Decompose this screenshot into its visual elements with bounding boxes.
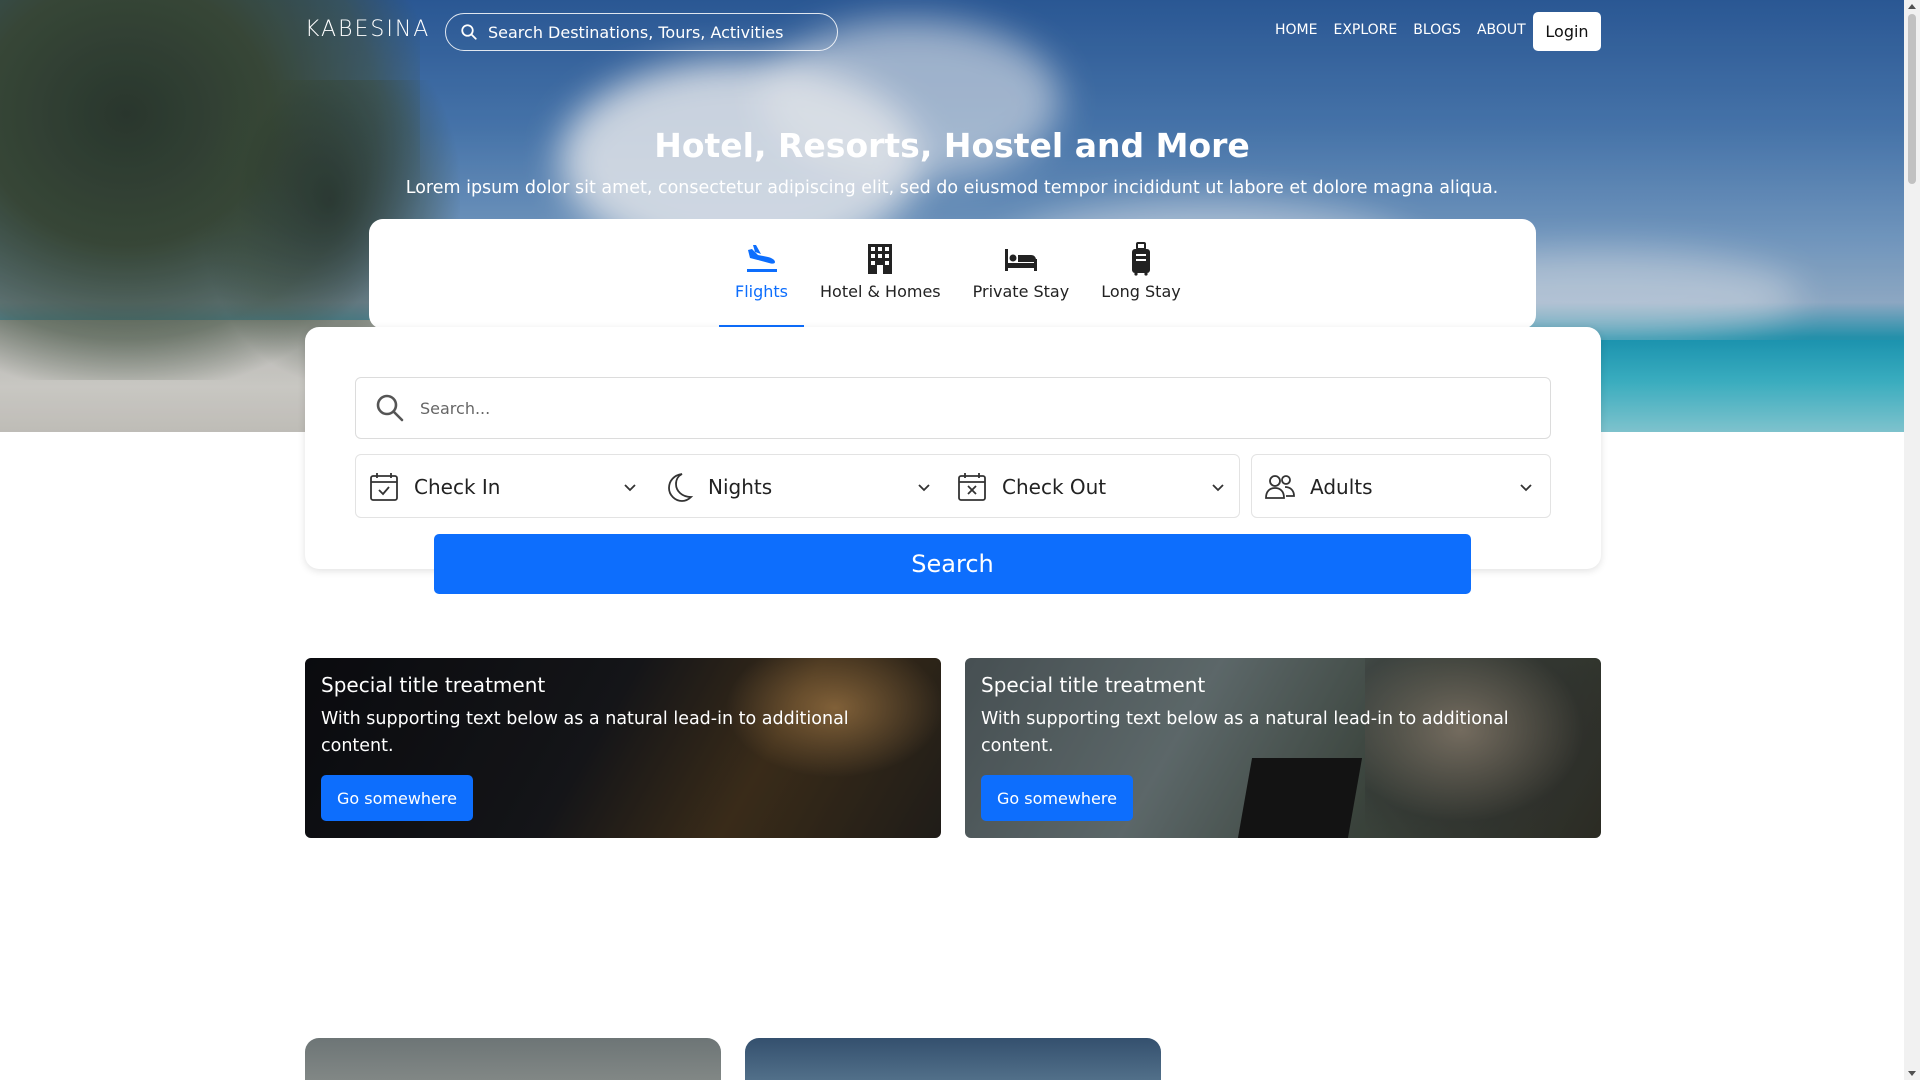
search-card: Check In Nights Check Out xyxy=(305,327,1601,569)
search-button[interactable]: Search xyxy=(434,534,1471,594)
category-tabs: Flights Hotel & Homes Private Stay Long … xyxy=(719,239,1197,329)
go-somewhere-button[interactable]: Go somewhere xyxy=(981,775,1133,821)
chevron-down-icon xyxy=(624,484,636,492)
people-icon xyxy=(1265,475,1295,499)
hero-title: Hotel, Resorts, Hostel and More xyxy=(654,126,1250,165)
tab-flights[interactable]: Flights xyxy=(719,239,804,329)
destination-card[interactable] xyxy=(745,1038,1161,1080)
tab-hotel-homes[interactable]: Hotel & Homes xyxy=(804,239,957,329)
tab-flights-label: Flights xyxy=(735,282,788,301)
chevron-down-icon xyxy=(1212,484,1224,492)
nights-label: Nights xyxy=(708,475,773,499)
nights-dropdown[interactable]: Nights xyxy=(662,455,932,519)
nav-search-input[interactable] xyxy=(488,22,818,42)
tab-long-stay[interactable]: Long Stay xyxy=(1085,239,1197,329)
main-search-input[interactable] xyxy=(420,398,1520,418)
chevron-down-icon xyxy=(1520,484,1532,492)
promo-card: Special title treatment With supporting … xyxy=(305,658,941,838)
promo-card: Special title treatment With supporting … xyxy=(965,658,1601,838)
hero-subtitle: Lorem ipsum dolor sit amet, consectetur … xyxy=(405,178,1499,198)
tab-long-stay-label: Long Stay xyxy=(1101,282,1181,301)
login-button[interactable]: Login xyxy=(1533,12,1601,51)
page: KABESINA HOME EXPLORE BLOGS ABOUT Login … xyxy=(0,0,1904,1080)
nav-search-field[interactable] xyxy=(445,13,838,51)
suitcase-icon xyxy=(1131,242,1150,276)
promo-title: Special title treatment xyxy=(321,673,546,697)
adults-dropdown[interactable]: Adults xyxy=(1251,454,1551,518)
date-filters-group: Check In Nights Check Out xyxy=(355,454,1240,518)
nav-link-blogs[interactable]: BLOGS xyxy=(1413,22,1461,38)
calendar-check-icon xyxy=(370,473,398,501)
category-tabs-card: Flights Hotel & Homes Private Stay Long … xyxy=(369,219,1536,329)
search-filters: Check In Nights Check Out Adults xyxy=(355,454,1551,518)
adults-label: Adults xyxy=(1310,475,1373,499)
bed-icon xyxy=(1004,249,1037,271)
nav-link-explore[interactable]: EXPLORE xyxy=(1333,22,1397,38)
check-in-label: Check In xyxy=(414,475,501,499)
plane-landing-icon xyxy=(746,245,777,272)
building-icon xyxy=(868,244,893,274)
adults-filter[interactable]: Adults xyxy=(1264,455,1534,519)
vertical-scrollbar[interactable] xyxy=(1904,0,1920,1080)
tab-hotel-homes-label: Hotel & Homes xyxy=(820,282,941,301)
scroll-up-arrow-icon[interactable] xyxy=(1908,4,1916,9)
promo-text: With supporting text below as a natural … xyxy=(321,709,849,756)
promo-title: Special title treatment xyxy=(981,673,1206,697)
search-icon xyxy=(461,24,477,40)
chevron-down-icon xyxy=(918,484,930,492)
brand-logo[interactable]: KABESINA xyxy=(305,17,430,42)
calendar-x-icon xyxy=(958,473,986,501)
scroll-down-arrow-icon[interactable] xyxy=(1908,1071,1916,1076)
promo-text: With supporting text below as a natural … xyxy=(981,709,1509,756)
go-somewhere-button[interactable]: Go somewhere xyxy=(321,775,473,821)
check-in-dropdown[interactable]: Check In xyxy=(368,455,638,519)
check-out-label: Check Out xyxy=(1002,475,1107,499)
main-search-field[interactable] xyxy=(355,377,1551,439)
nav-links: HOME EXPLORE BLOGS ABOUT xyxy=(1275,22,1526,38)
destination-card[interactable] xyxy=(305,1038,721,1080)
nav-link-home[interactable]: HOME xyxy=(1275,22,1317,38)
tab-private-stay[interactable]: Private Stay xyxy=(957,239,1086,329)
tab-private-stay-label: Private Stay xyxy=(972,282,1070,301)
nav-link-about[interactable]: ABOUT xyxy=(1477,22,1526,38)
search-icon xyxy=(376,394,404,422)
scrollbar-thumb[interactable] xyxy=(1908,14,1916,184)
check-out-dropdown[interactable]: Check Out xyxy=(956,455,1226,519)
moon-icon xyxy=(668,473,694,502)
